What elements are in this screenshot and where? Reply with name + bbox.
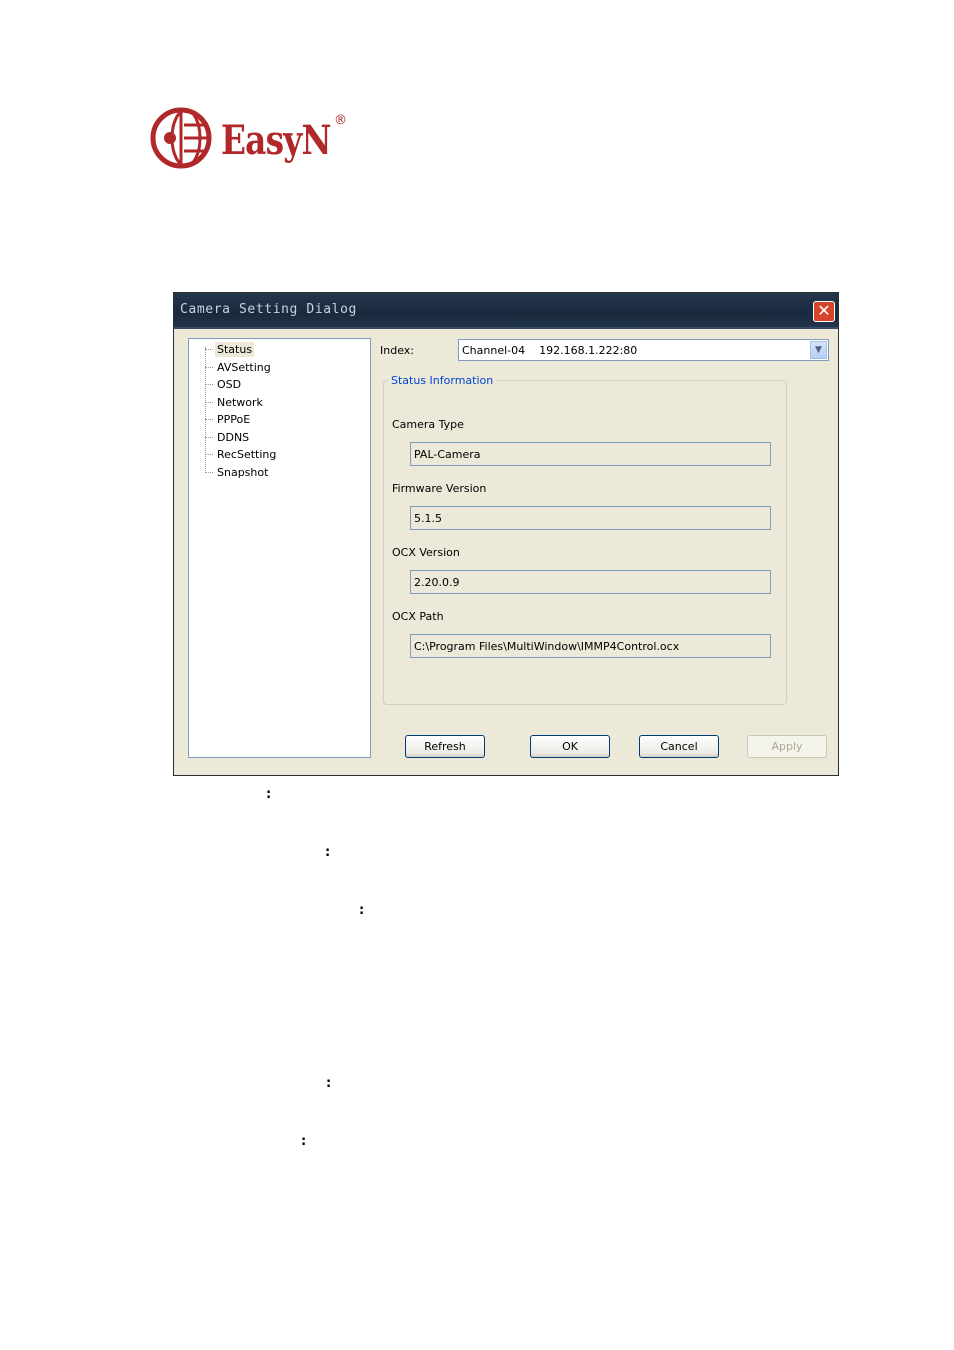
tree-branch	[205, 419, 213, 420]
index-select[interactable]: Channel-04 192.168.1.222:80 ▼	[458, 339, 829, 361]
close-button[interactable]: ✕	[813, 301, 835, 322]
tree-item-snapshot[interactable]: Snapshot	[215, 465, 270, 480]
ocx-path-field: C:\Program Files\MultiWindow\IMMP4Contro…	[410, 634, 771, 658]
tree-item-ddns[interactable]: DDNS	[215, 430, 251, 445]
dialog-title: Camera Setting Dialog	[180, 302, 357, 317]
cancel-button[interactable]: Cancel	[639, 735, 719, 758]
globe-logo-icon	[150, 107, 212, 169]
tree-item-avsetting[interactable]: AVSetting	[215, 360, 273, 375]
ocx-version-value: 2.20.0.9	[414, 576, 460, 589]
ocx-version-field: 2.20.0.9	[410, 570, 771, 594]
tree-branch	[205, 384, 213, 385]
tree-item-network[interactable]: Network	[215, 395, 265, 410]
close-icon: ✕	[817, 301, 831, 320]
chevron-down-icon[interactable]: ▼	[810, 341, 827, 359]
doc-colon: :	[325, 845, 331, 860]
apply-button[interactable]: Apply	[747, 735, 827, 758]
index-label: Index:	[380, 344, 414, 357]
easyn-logo: EasyN ®	[148, 105, 358, 171]
refresh-button[interactable]: Refresh	[405, 735, 485, 758]
logo-brand-text: EasyN	[221, 117, 331, 164]
camera-type-field: PAL-Camera	[410, 442, 771, 466]
ocx-version-label: OCX Version	[392, 546, 460, 559]
doc-colon: :	[326, 1076, 332, 1091]
tree-item-osd[interactable]: OSD	[215, 377, 243, 392]
dialog-titlebar[interactable]: Camera Setting Dialog ✕	[174, 293, 838, 329]
tree-item-pppoe[interactable]: PPPoE	[215, 412, 252, 427]
tree-branch	[205, 402, 213, 403]
doc-colon: :	[266, 787, 272, 802]
registered-mark: ®	[334, 113, 347, 128]
camera-setting-dialog: Camera Setting Dialog ✕ Status AVSetting…	[173, 292, 839, 776]
tree-item-recsetting[interactable]: RecSetting	[215, 447, 278, 462]
settings-tree[interactable]: Status AVSetting OSD Network PPPoE DDNS …	[188, 338, 371, 758]
tree-branch	[205, 367, 213, 368]
tree-branch	[205, 349, 213, 350]
firmware-version-label: Firmware Version	[392, 482, 487, 495]
tree-item-status[interactable]: Status	[215, 342, 255, 357]
tree-branch	[205, 437, 213, 438]
doc-colon: :	[359, 903, 365, 918]
tree-branch	[205, 454, 213, 455]
ocx-path-value: C:\Program Files\MultiWindow\IMMP4Contro…	[414, 640, 680, 653]
index-select-value: Channel-04 192.168.1.222:80	[462, 344, 638, 357]
ocx-path-label: OCX Path	[392, 610, 444, 623]
camera-type-value: PAL-Camera	[414, 448, 481, 461]
firmware-version-field: 5.1.5	[410, 506, 771, 530]
firmware-version-value: 5.1.5	[414, 512, 442, 525]
tree-branch	[205, 472, 213, 473]
camera-type-label: Camera Type	[392, 418, 464, 431]
ok-button[interactable]: OK	[530, 735, 610, 758]
status-group-title: Status Information	[388, 374, 497, 387]
doc-colon: :	[301, 1134, 307, 1149]
